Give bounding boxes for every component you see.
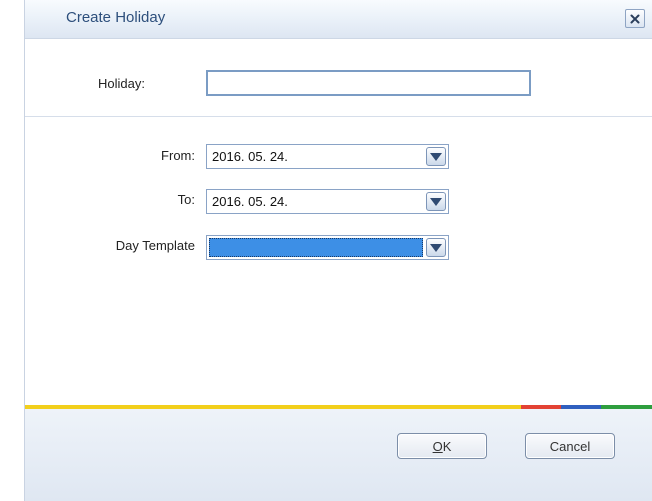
dialog-title: Create Holiday	[66, 9, 166, 26]
holiday-input[interactable]	[206, 70, 531, 96]
chevron-down-icon	[430, 197, 442, 206]
to-date-value: 2016. 05. 24.	[212, 194, 288, 209]
cancel-button[interactable]: Cancel	[525, 433, 615, 459]
from-label: From:	[161, 148, 195, 163]
from-date-value: 2016. 05. 24.	[212, 149, 288, 164]
title-bar: Create Holiday	[25, 0, 652, 39]
chevron-down-icon	[430, 243, 442, 252]
close-icon	[630, 14, 640, 23]
day-template-label: Day Template	[115, 238, 195, 253]
create-holiday-dialog: Create Holiday Holiday: From: 2016. 05. …	[24, 0, 652, 501]
ok-label-rest: K	[442, 438, 452, 454]
day-template-dropdown-button[interactable]	[426, 238, 446, 257]
from-dropdown-button[interactable]	[426, 147, 446, 166]
close-button[interactable]	[625, 9, 645, 28]
from-date-combo[interactable]: 2016. 05. 24.	[206, 144, 449, 169]
to-label: To:	[177, 192, 195, 207]
chevron-down-icon	[430, 152, 442, 161]
day-template-combo[interactable]	[206, 235, 449, 260]
ok-mnemonic: O	[432, 438, 443, 454]
to-dropdown-button[interactable]	[426, 192, 446, 211]
dialog-footer: OK Cancel	[25, 409, 652, 501]
holiday-label: Holiday:	[98, 76, 145, 91]
section-divider	[25, 116, 652, 117]
ok-button[interactable]: OK	[397, 433, 487, 459]
to-date-combo[interactable]: 2016. 05. 24.	[206, 189, 449, 214]
day-template-selection	[209, 238, 423, 257]
